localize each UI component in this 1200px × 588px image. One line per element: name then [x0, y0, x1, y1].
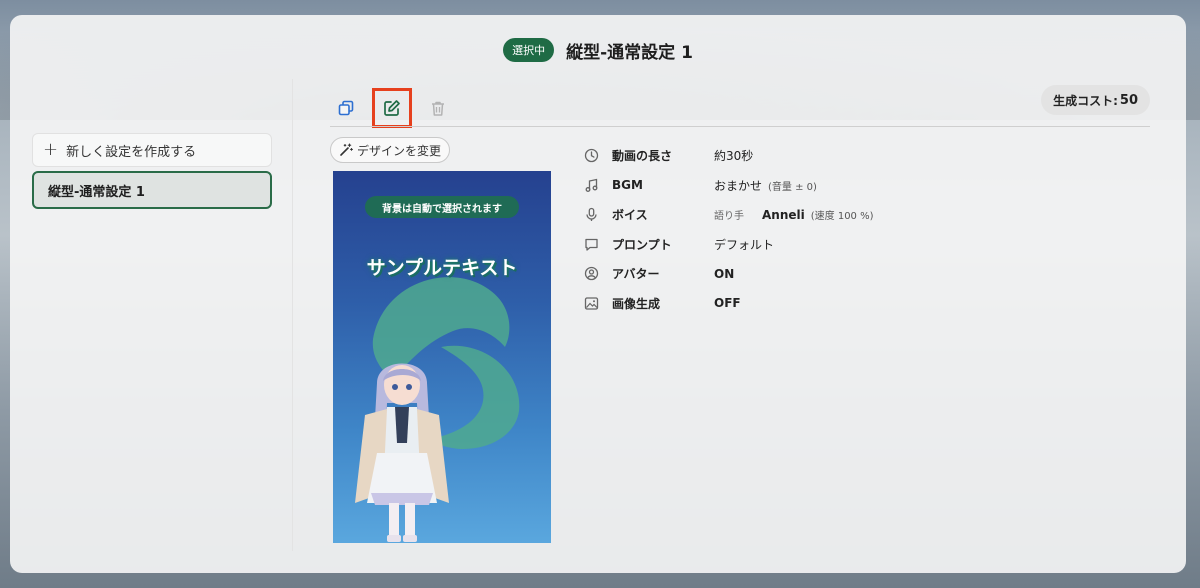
- magic-wand-icon: [340, 143, 353, 156]
- sample-text: サンプルテキスト: [366, 257, 518, 279]
- detail-value: デフォルト: [714, 237, 775, 252]
- detail-label: プロンプト: [612, 237, 672, 252]
- horizontal-divider: [330, 126, 1150, 127]
- detail-sub-value: (速度 100 %): [810, 211, 874, 223]
- detail-value: Anneli: [762, 207, 805, 222]
- selected-badge: 選択中: [503, 38, 555, 62]
- plus-icon: +: [43, 139, 59, 160]
- microphone-icon: [582, 206, 600, 224]
- settings-panel: 選択中 縦型-通常設定 1 + 新しく設定を作成する 縦型-通常設定 1 生成コ…: [10, 15, 1186, 573]
- change-design-button[interactable]: デザインを変更: [330, 137, 451, 163]
- setting-toolbar: [332, 88, 452, 128]
- detail-row-avatar: アバター ON: [582, 259, 874, 289]
- cost-value: 50: [1119, 92, 1138, 108]
- edit-icon: [384, 100, 400, 116]
- detail-row-duration: 動画の長さ 約30秒: [582, 141, 874, 171]
- design-preview: 背景は自動で選択されます サンプルテキスト: [333, 171, 551, 543]
- detail-sub-value: (音量 ± 0): [768, 181, 817, 193]
- cost-label: 生成コスト:: [1053, 93, 1118, 108]
- detail-row-prompt: プロンプト デフォルト: [582, 230, 874, 260]
- copy-button[interactable]: [332, 94, 360, 122]
- avatar-icon: [582, 265, 600, 283]
- detail-label: 動画の長さ: [612, 149, 673, 164]
- vertical-divider: [292, 79, 293, 551]
- avatar-character-illustration: [355, 363, 449, 542]
- delete-button[interactable]: [424, 94, 452, 122]
- detail-value: おまかせ: [714, 178, 763, 193]
- page-title: 縦型-通常設定 1: [566, 42, 693, 63]
- chat-icon: [582, 235, 600, 253]
- detail-value: 約30秒: [714, 149, 754, 164]
- detail-row-bgm: BGM おまかせ (音量 ± 0): [582, 171, 874, 201]
- setting-details: 動画の長さ 約30秒 BGM おまかせ (音量 ± 0) ボイス 語り手 Ann…: [582, 141, 874, 318]
- clock-icon: [582, 147, 600, 165]
- sidebar-item-label: 縦型-通常設定 1: [48, 184, 145, 200]
- detail-row-voice: ボイス 語り手 Anneli (速度 100 %): [582, 200, 874, 230]
- detail-label: 画像生成: [612, 296, 661, 311]
- auto-background-chip: 背景は自動で選択されます: [365, 196, 519, 218]
- create-new-setting-label: 新しく設定を作成する: [66, 144, 197, 160]
- detail-label: アバター: [612, 267, 660, 282]
- change-design-label: デザインを変更: [357, 143, 442, 158]
- copy-icon: [338, 100, 354, 116]
- detail-prefix: 語り手: [714, 211, 744, 223]
- generation-cost-badge: 生成コスト: 50: [1041, 85, 1150, 115]
- detail-row-image-generation: 画像生成 OFF: [582, 289, 874, 319]
- music-note-icon: [582, 176, 600, 194]
- page-header: 選択中 縦型-通常設定 1: [10, 37, 1186, 63]
- trash-icon: [432, 101, 444, 116]
- image-icon: [582, 294, 600, 312]
- detail-value: ON: [714, 266, 735, 281]
- detail-value: OFF: [714, 296, 741, 311]
- settings-sidebar: + 新しく設定を作成する 縦型-通常設定 1: [32, 133, 272, 209]
- sidebar-item-setting-1[interactable]: 縦型-通常設定 1: [32, 171, 272, 209]
- detail-label: ボイス: [612, 208, 648, 223]
- create-new-setting-button[interactable]: + 新しく設定を作成する: [32, 133, 272, 167]
- detail-label: BGM: [612, 178, 643, 193]
- edit-button[interactable]: [372, 88, 412, 128]
